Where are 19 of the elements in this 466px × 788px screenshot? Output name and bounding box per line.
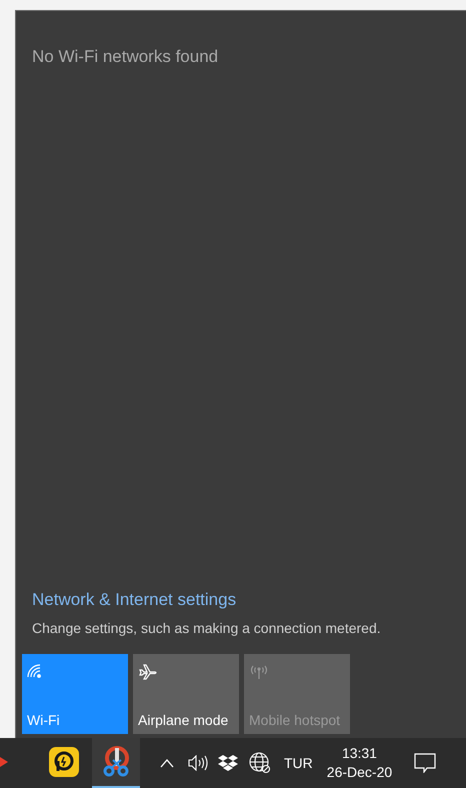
taskbar-app[interactable] (92, 738, 140, 788)
app-icon[interactable] (49, 747, 79, 777)
arrow-icon[interactable] (0, 755, 8, 769)
airplane-icon (138, 664, 158, 680)
no-networks-message: No Wi-Fi networks found (32, 46, 218, 68)
quick-action-tile[interactable]: Airplane mode (133, 654, 239, 734)
speaker-icon[interactable] (188, 755, 210, 771)
globe-icon[interactable] (249, 752, 271, 774)
clock[interactable]: 13:31 26-Dec-20 (326, 744, 392, 782)
quick-action-tile[interactable]: Wi-Fi (22, 654, 128, 734)
settings-description: Change settings, such as making a connection metered. (32, 619, 381, 638)
dropbox-icon[interactable] (218, 754, 238, 772)
antenna-icon (249, 664, 269, 680)
notification-icon[interactable] (414, 753, 436, 773)
scissors-icon[interactable] (101, 746, 131, 778)
wifi-icon (27, 664, 43, 678)
language-indicator[interactable]: TUR (284, 752, 313, 774)
chevron-up-icon[interactable] (160, 758, 174, 768)
settings-link[interactable]: Network & Internet settings (32, 586, 236, 612)
